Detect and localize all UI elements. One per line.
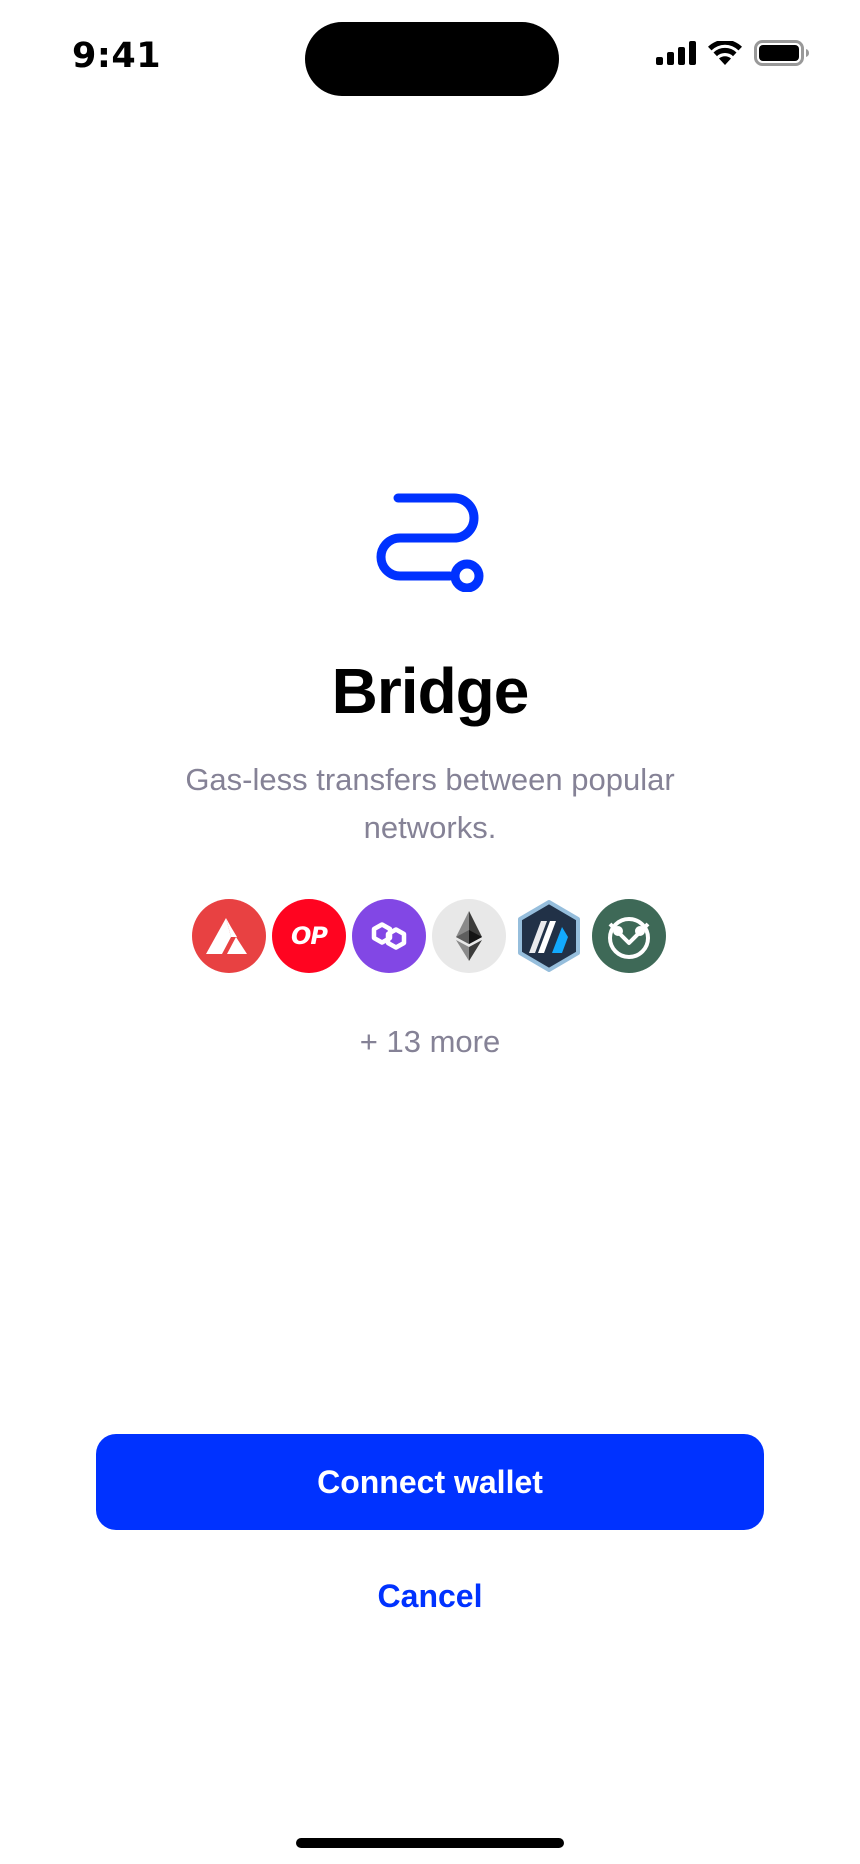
gnosis-icon [592, 899, 666, 973]
cancel-button[interactable]: Cancel [300, 1566, 560, 1626]
home-indicator[interactable] [296, 1838, 564, 1848]
page-subtitle: Gas-less transfers between popular netwo… [185, 762, 675, 845]
polygon-icon [352, 899, 426, 973]
arbitrum-icon [512, 899, 586, 973]
connect-wallet-button[interactable]: Connect wallet [96, 1434, 764, 1530]
dynamic-island [305, 22, 559, 96]
optimism-icon: OP [272, 899, 346, 973]
status-time: 9:41 [72, 36, 162, 76]
page-title: Bridge [331, 655, 530, 727]
avalanche-icon [192, 899, 266, 973]
wifi-icon [708, 41, 742, 65]
bridge-route-icon [376, 493, 484, 592]
optimism-label: OP [291, 922, 328, 950]
cellular-signal-icon [656, 41, 696, 65]
status-bar: 9:41 [0, 0, 860, 116]
battery-icon [754, 40, 809, 66]
ethereum-icon [432, 899, 506, 973]
more-networks-label: + 13 more [359, 1024, 501, 1059]
network-list: OP [192, 899, 672, 973]
status-icons [656, 40, 810, 66]
